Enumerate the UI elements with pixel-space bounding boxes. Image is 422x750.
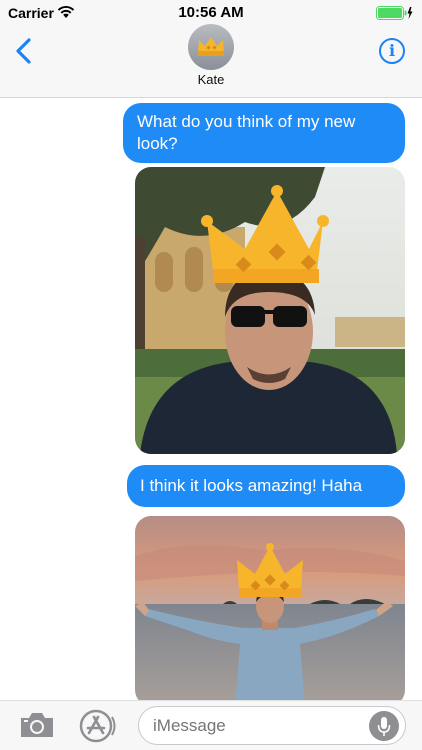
message-input[interactable] (138, 706, 406, 745)
photo-message[interactable] (135, 516, 405, 706)
info-button[interactable]: i (379, 38, 405, 64)
conversation-header: Kate i (0, 24, 422, 98)
crown-icon (198, 37, 224, 56)
compose-bar (0, 700, 422, 750)
contact-name[interactable]: Kate (0, 72, 422, 87)
message-bubble[interactable]: I think it looks amazing! Haha (127, 465, 405, 507)
status-bar: Carrier 10:56 AM (0, 0, 422, 26)
chevron-left-icon[interactable] (10, 36, 38, 66)
avatar[interactable] (188, 24, 234, 70)
photo-crown-selfie (135, 167, 405, 454)
message-bubble[interactable]: What do you think of my new look? (123, 103, 405, 163)
microphone-icon[interactable] (369, 711, 399, 741)
photo-beach-crown (135, 516, 405, 706)
battery-icon (376, 6, 413, 20)
clock: 10:56 AM (178, 4, 244, 21)
camera-icon[interactable] (19, 711, 55, 739)
photo-message[interactable] (135, 167, 405, 454)
app-store-icon[interactable] (79, 709, 119, 743)
